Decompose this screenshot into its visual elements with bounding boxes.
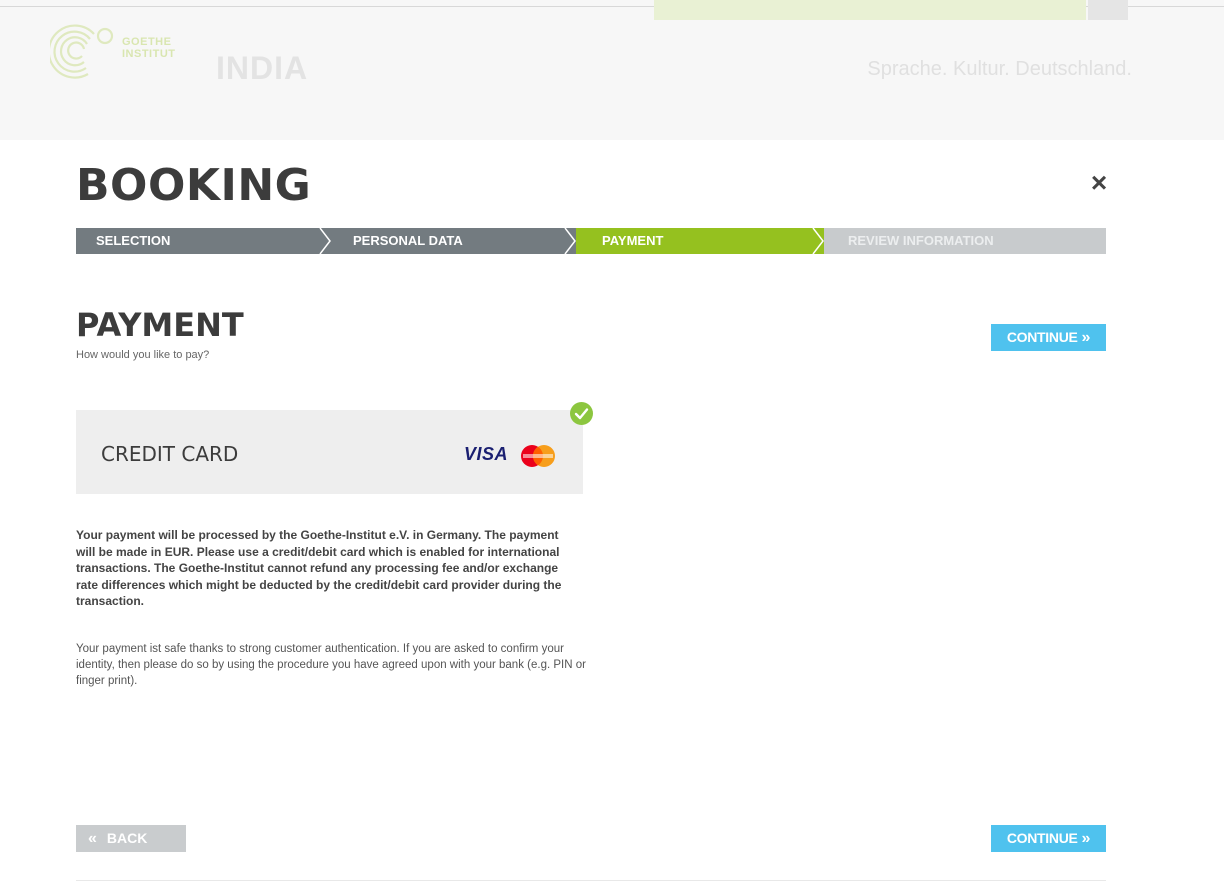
step-label: REVIEW INFORMATION (848, 233, 994, 248)
step-review-information: REVIEW INFORMATION (824, 228, 1106, 254)
back-label: BACK (106, 830, 148, 846)
credit-card-option[interactable]: CREDIT CARD VISA (76, 410, 583, 494)
mastercard-logo-icon (521, 445, 555, 467)
visa-logo: VISA (464, 444, 509, 464)
site-slogan: Sprache. Kultur. Deutschland. (867, 58, 1132, 80)
payment-security-notice: Your payment ist safe thanks to strong c… (76, 643, 586, 687)
country-name: INDIA (216, 50, 309, 86)
step-separator-icon (564, 228, 576, 254)
step-selection: SELECTION (76, 228, 331, 254)
continue-label: CONTINUE (1006, 830, 1078, 846)
payment-subtitle: How would you like to pay? (76, 349, 210, 361)
continue-button-top[interactable]: CONTINUE» (991, 324, 1106, 351)
continue-button-bottom[interactable]: CONTINUE» (991, 825, 1106, 852)
goethe-logo-icon (50, 24, 114, 79)
step-label: SELECTION (96, 233, 171, 248)
step-payment: PAYMENT (576, 228, 824, 254)
top-banner-button (1088, 0, 1128, 20)
logo-line-2: INSTITUT (122, 48, 176, 60)
logo-line-1: GOETHE (122, 36, 172, 48)
credit-card-label: CREDIT CARD (101, 442, 239, 466)
booking-title: BOOKING (76, 160, 312, 211)
site-header-background: GOETHE INSTITUT INDIA Sprache. Kultur. D… (0, 0, 1224, 140)
double-chevron-left-icon: « (88, 830, 97, 847)
continue-label: CONTINUE (1006, 329, 1078, 345)
back-button[interactable]: « BACK (76, 825, 186, 852)
step-personal-data: PERSONAL DATA (331, 228, 576, 254)
goethe-logo-text: GOETHE INSTITUT (122, 36, 176, 60)
footer-divider (76, 880, 1106, 881)
double-chevron-right-icon: » (1081, 830, 1091, 847)
step-separator-icon (319, 228, 331, 254)
check-circle-icon (570, 402, 593, 425)
step-separator-icon (812, 228, 824, 254)
step-label: PAYMENT (602, 233, 664, 248)
close-icon[interactable]: × (1084, 168, 1114, 198)
top-banner (654, 0, 1086, 20)
double-chevron-right-icon: » (1081, 329, 1091, 346)
step-label: PERSONAL DATA (353, 233, 463, 248)
payment-processing-notice: Your payment will be processed by the Go… (76, 528, 562, 609)
payment-heading: PAYMENT (76, 306, 244, 344)
progress-steps: SELECTION PERSONAL DATA PAYMENT REVIEW I… (76, 228, 1106, 254)
